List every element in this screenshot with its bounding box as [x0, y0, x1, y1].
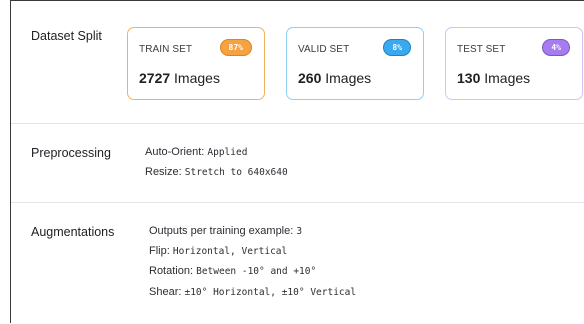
valid-set-count: 260 Images [298, 70, 372, 86]
test-set-badge: 4% [542, 39, 570, 56]
augmentations-section: Augmentations Outputs per training examp… [11, 203, 584, 324]
train-set-label: TRAIN SET [139, 44, 193, 55]
preprocessing-section: Preprocessing Auto-Orient: Applied Resiz… [11, 124, 584, 202]
augmentation-item: Rotation: Between -10° and +10° [149, 265, 317, 277]
augmentation-item: Shear: ±10° Horizontal, ±10° Vertical [149, 286, 357, 298]
valid-set-card: VALID SET 8% 260 Images [286, 27, 424, 100]
preprocessing-title: Preprocessing [31, 146, 111, 160]
train-set-count: 2727 Images [139, 70, 220, 86]
dataset-split-title: Dataset Split [31, 29, 102, 43]
preprocessing-item: Resize: Stretch to 640x640 [145, 166, 288, 178]
augmentations-title: Augmentations [31, 225, 115, 239]
valid-set-badge: 8% [383, 39, 411, 56]
valid-set-label: VALID SET [298, 44, 350, 55]
augmentation-item: Outputs per training example: 3 [149, 225, 303, 237]
dataset-split-section: Dataset Split TRAIN SET 87% 2727 Images … [11, 1, 584, 123]
test-set-label: TEST SET [457, 44, 506, 55]
train-set-card: TRAIN SET 87% 2727 Images [127, 27, 265, 100]
dataset-details-panel: Dataset Split TRAIN SET 87% 2727 Images … [10, 0, 584, 323]
test-set-count: 130 Images [457, 70, 531, 86]
test-set-card: TEST SET 4% 130 Images [445, 27, 583, 100]
preprocessing-item: Auto-Orient: Applied [145, 146, 248, 158]
augmentation-item: Flip: Horizontal, Vertical [149, 245, 288, 257]
train-set-badge: 87% [219, 39, 252, 56]
